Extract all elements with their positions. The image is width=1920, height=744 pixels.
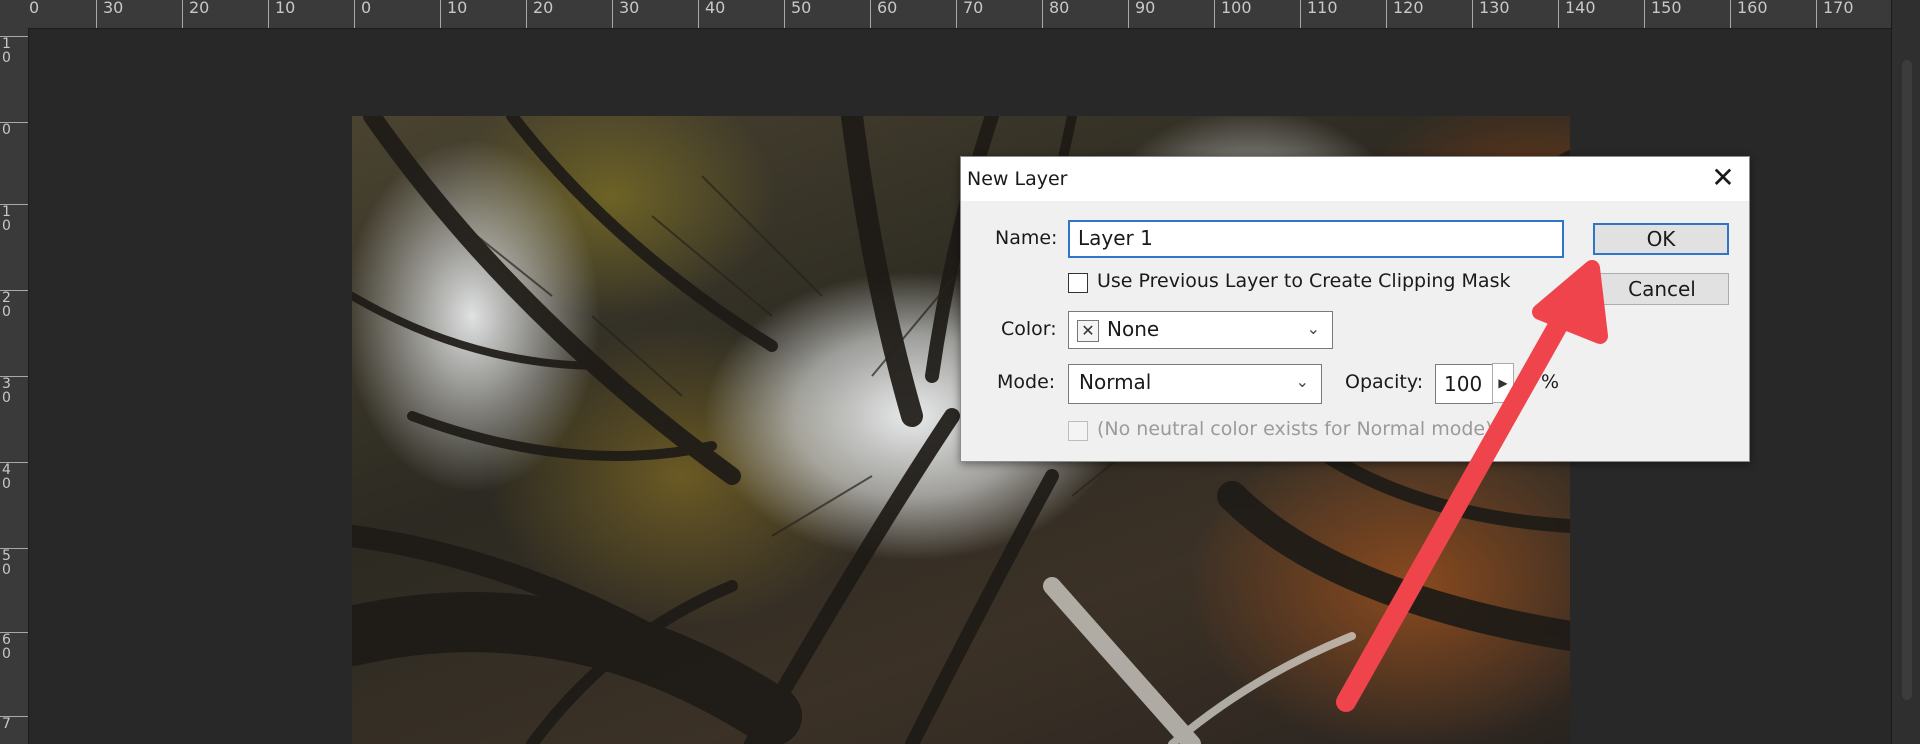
chevron-down-icon: ⌄ (1306, 319, 1320, 338)
ruler-label: 7 (0, 716, 28, 731)
ruler-label: 160 (1730, 0, 1768, 28)
vertical-scrollbar[interactable] (1902, 60, 1912, 700)
new-layer-dialog: New Layer ✕ Name: Layer 1 Use Previous L… (960, 156, 1750, 462)
triangle-right-icon[interactable]: ▶ (1492, 363, 1514, 403)
mode-select[interactable]: Normal ⌄ (1068, 364, 1322, 404)
ruler-label: 4 0 (0, 462, 28, 491)
neutral-color-checkbox (1068, 421, 1088, 441)
ruler-label: 110 (1300, 0, 1338, 28)
ruler-label: 60 (870, 0, 897, 28)
color-select[interactable]: ✕ None ⌄ (1068, 311, 1333, 349)
opacity-unit: % (1541, 371, 1560, 393)
cancel-button[interactable]: Cancel (1595, 273, 1729, 305)
ruler-label: 0 (0, 122, 28, 137)
ruler-label: 100 (1214, 0, 1252, 28)
ruler-label: 2 0 (0, 290, 28, 319)
horizontal-ruler: 0 30 20 10 0 10 20 30 40 50 60 70 80 90 … (28, 0, 1892, 29)
ruler-label: 1 0 (0, 204, 28, 233)
ruler-label: 1 0 (0, 36, 28, 65)
mode-value: Normal (1079, 370, 1152, 394)
ruler-label: 0 (354, 0, 371, 28)
x-swatch-icon: ✕ (1077, 320, 1099, 342)
dialog-titlebar[interactable]: New Layer ✕ (961, 157, 1749, 201)
ruler-label: 0 (28, 0, 39, 28)
vertical-ruler: 1 0 0 1 0 2 0 3 0 4 0 5 0 6 0 7 (0, 28, 29, 744)
ruler-label: 120 (1386, 0, 1424, 28)
ruler-label: 20 (182, 0, 209, 28)
ruler-label: 150 (1644, 0, 1682, 28)
color-value: None (1107, 317, 1160, 341)
layer-name-input[interactable]: Layer 1 (1068, 220, 1564, 258)
ruler-label: 80 (1042, 0, 1069, 28)
ruler-label: 10 (440, 0, 467, 28)
ruler-label: 10 (268, 0, 295, 28)
close-icon[interactable]: ✕ (1707, 163, 1739, 195)
right-panel-edge (1891, 0, 1920, 744)
color-label: Color: (1001, 318, 1057, 340)
mode-label: Mode: (997, 371, 1056, 393)
ruler-label: 170 (1816, 0, 1854, 28)
chevron-down-icon: ⌄ (1295, 372, 1309, 391)
neutral-color-label: (No neutral color exists for Normal mode… (1097, 418, 1493, 440)
opacity-label: Opacity: (1345, 371, 1424, 393)
ruler-label: 90 (1128, 0, 1155, 28)
ruler-label: 30 (96, 0, 123, 28)
opacity-input[interactable]: 100 (1435, 364, 1493, 404)
ruler-label: 130 (1472, 0, 1510, 28)
name-label: Name: (995, 227, 1058, 249)
dialog-title: New Layer (967, 168, 1068, 190)
ruler-corner (0, 0, 29, 29)
ruler-label: 40 (698, 0, 725, 28)
clipping-mask-checkbox[interactable] (1068, 273, 1088, 293)
ruler-label: 140 (1558, 0, 1596, 28)
ruler-label: 5 0 (0, 548, 28, 577)
clipping-mask-label: Use Previous Layer to Create Clipping Ma… (1097, 270, 1511, 292)
ruler-label: 20 (526, 0, 553, 28)
ok-button[interactable]: OK (1593, 223, 1729, 255)
ruler-label: 30 (612, 0, 639, 28)
ruler-label: 70 (956, 0, 983, 28)
ruler-label: 3 0 (0, 376, 28, 405)
ruler-label: 6 0 (0, 632, 28, 661)
ruler-label: 50 (784, 0, 811, 28)
